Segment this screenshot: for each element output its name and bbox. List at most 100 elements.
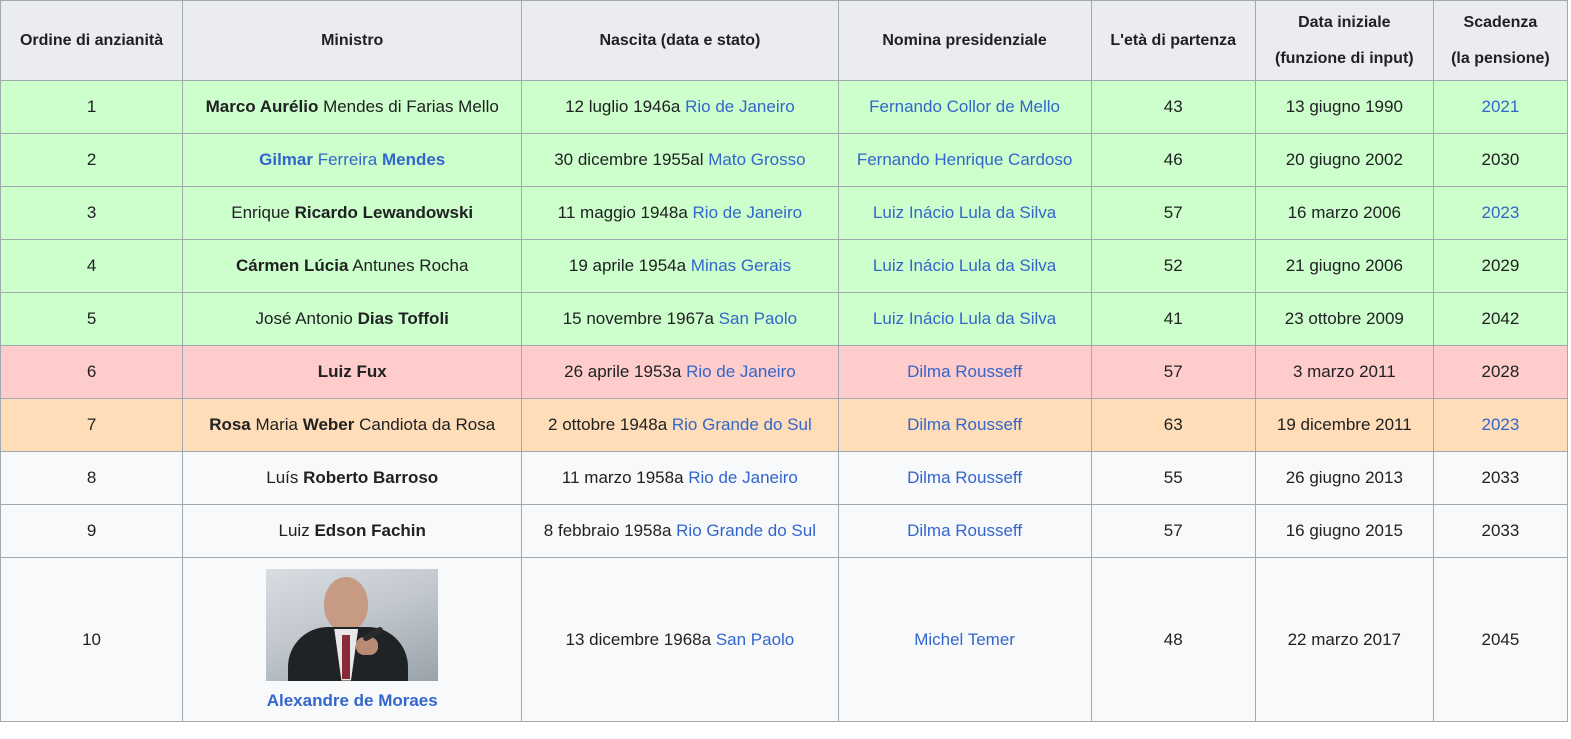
birth-date: 13 dicembre 1968a [565,629,716,649]
minister-cell: Enrique Ricardo Lewandowski [182,186,523,240]
ministers-table: Ordine di anzianità Ministro Nascita (da… [0,0,1569,722]
birth-cell: 8 febbraio 1958a Rio Grande do Sul [521,504,839,558]
birth-cell: 15 novembre 1967a San Paolo [521,292,839,346]
expiry-year: 2033 [1481,521,1520,540]
president-link[interactable]: Fernando Henrique Cardoso [857,150,1072,169]
president-link[interactable]: Dilma Rousseff [907,468,1022,487]
seniority-cell: 3 [0,186,184,240]
minister-link[interactable]: Gilmar [259,150,313,169]
minister-name-part: José Antonio [255,309,358,328]
appointment-cell: Luiz Inácio Lula da Silva [837,292,1092,346]
table-row: 10 Alexandre de Moraes 13 dicembre 1968a S… [0,557,1569,722]
expiry-link[interactable]: 2023 [1482,415,1520,434]
birth-state-link[interactable]: San Paolo [719,309,797,328]
table-row: 2 Gilmar Ferreira Mendes 30 dicembre 1955a… [0,133,1569,187]
birth-cell: 2 ottobre 1948a Rio Grande do Sul [521,398,839,452]
expiry-cell: 2021 [1432,80,1569,134]
minister-name-part: Maria [250,415,303,434]
birth-date: 15 novembre 1967a [562,309,719,328]
header-expiry[interactable]: Scadenza (la pensione) [1432,0,1569,81]
president-link[interactable]: Luiz Inácio Lula da Silva [873,256,1056,275]
minister-cell: Gilmar Ferreira Mendes [182,133,523,187]
president-link[interactable]: Luiz Inácio Lula da Silva [873,203,1056,222]
expiry-cell: 2029 [1432,239,1569,293]
birth-date: 11 marzo 1958a [561,468,689,487]
president-link[interactable]: Dilma Rousseff [907,521,1022,540]
birth-date: 2 ottobre 1948a [548,415,672,434]
seniority-cell: 2 [0,133,184,187]
president-link[interactable]: Dilma Rousseff [907,362,1022,381]
table-row: 6 Luiz Fux 26 aprile 1953a Rio de Janeiro D… [0,345,1569,399]
start-date-cell: 22 marzo 2017 [1254,557,1434,722]
minister-name-part: Mendes di Farias Mello [318,97,499,116]
expiry-cell: 2030 [1432,133,1569,187]
minister-name-part: Ricardo Lewandowski [294,203,474,222]
table-row: 7 Rosa Maria Weber Candiota da Rosa 2 otto… [0,398,1569,452]
minister-cell: Alexandre de Moraes [182,557,523,722]
header-appointment[interactable]: Nomina presidenziale [837,0,1092,81]
expiry-cell: 2042 [1432,292,1569,346]
birth-state-link[interactable]: Mato Grosso [708,150,805,169]
expiry-year: 2029 [1481,256,1520,275]
birth-state-link[interactable]: Rio Grande do Sul [672,415,812,434]
birth-cell: 12 luglio 1946a Rio de Janeiro [521,80,839,134]
birth-cell: 30 dicembre 1955al Mato Grosso [521,133,839,187]
minister-name-part: Dias Toffoli [357,309,449,328]
birth-date: 26 aprile 1953a [564,362,687,381]
birth-state-link[interactable]: Rio Grande do Sul [676,521,816,540]
seniority-cell: 5 [0,292,184,346]
minister-name-part: Luiz Fux [317,362,387,381]
president-link[interactable]: Fernando Collor de Mello [869,97,1060,116]
expiry-link[interactable]: 2021 [1482,97,1520,116]
birth-cell: 13 dicembre 1968a San Paolo [521,557,839,722]
appointment-cell: Fernando Collor de Mello [837,80,1092,134]
president-link[interactable]: Michel Temer [914,630,1015,649]
birth-state-link[interactable]: San Paolo [716,630,794,649]
minister-link[interactable]: Ferreira [313,150,382,169]
birth-state-link[interactable]: Rio de Janeiro [686,362,796,381]
appointment-cell: Dilma Rousseff [837,504,1092,558]
header-birth[interactable]: Nascita (data e stato) [521,0,839,81]
start-date-cell: 26 giugno 2013 [1254,451,1434,505]
table-row: 1 Marco Aurélio Mendes di Farias Mello 12 … [0,80,1569,134]
seniority-cell: 9 [0,504,184,558]
minister-name-part: Marco Aurélio [205,97,319,116]
start-date-cell: 3 marzo 2011 [1254,345,1434,399]
appointment-cell: Dilma Rousseff [837,398,1092,452]
president-link[interactable]: Luiz Inácio Lula da Silva [873,309,1056,328]
president-link[interactable]: Dilma Rousseff [907,415,1022,434]
header-seniority[interactable]: Ordine di anzianità [0,0,184,81]
birth-date: 12 luglio 1946a [565,97,686,116]
expiry-cell: 2023 [1432,398,1569,452]
appointment-cell: Fernando Henrique Cardoso [837,133,1092,187]
minister-name: Rosa Maria Weber Candiota da Rosa [209,415,495,434]
minister-cell: Rosa Maria Weber Candiota da Rosa [182,398,523,452]
birth-state-link[interactable]: Rio de Janeiro [685,97,795,116]
portrait-photo[interactable] [266,568,439,681]
photo-tie [342,634,351,679]
table-row: 5 José Antonio Dias Toffoli 15 novembre 19… [0,292,1569,346]
birth-state-link[interactable]: Rio de Janeiro [688,468,798,487]
start-date-cell: 16 marzo 2006 [1254,186,1434,240]
start-date-cell: 23 ottobre 2009 [1254,292,1434,346]
expiry-year: 2042 [1481,309,1520,328]
minister-name: Enrique Ricardo Lewandowski [231,203,473,222]
expiry-link[interactable]: 2023 [1482,203,1520,222]
expiry-cell: 2033 [1432,451,1569,505]
appointment-cell: Michel Temer [837,557,1092,722]
minister-name: Cármen Lúcia Antunes Rocha [236,256,468,275]
minister-link[interactable]: Alexandre de Moraes [267,691,438,710]
header-row: Ordine di anzianità Ministro Nascita (da… [0,0,1569,81]
header-minister[interactable]: Ministro [182,0,523,81]
header-start-age[interactable]: L'età di partenza [1090,0,1256,81]
minister-name-part: Roberto Barroso [303,468,439,487]
birth-state-link[interactable]: Minas Gerais [691,256,791,275]
minister-name: José Antonio Dias Toffoli [256,309,449,328]
birth-state-link[interactable]: Rio de Janeiro [693,203,803,222]
minister-name-part: Antunes Rocha [348,256,469,275]
header-start-date[interactable]: Data iniziale (funzione di input) [1254,0,1434,81]
minister-name-part: Cármen Lúcia [235,256,349,275]
expiry-cell: 2028 [1432,345,1569,399]
birth-cell: 26 aprile 1953a Rio de Janeiro [521,345,839,399]
minister-link[interactable]: Mendes [382,150,445,169]
